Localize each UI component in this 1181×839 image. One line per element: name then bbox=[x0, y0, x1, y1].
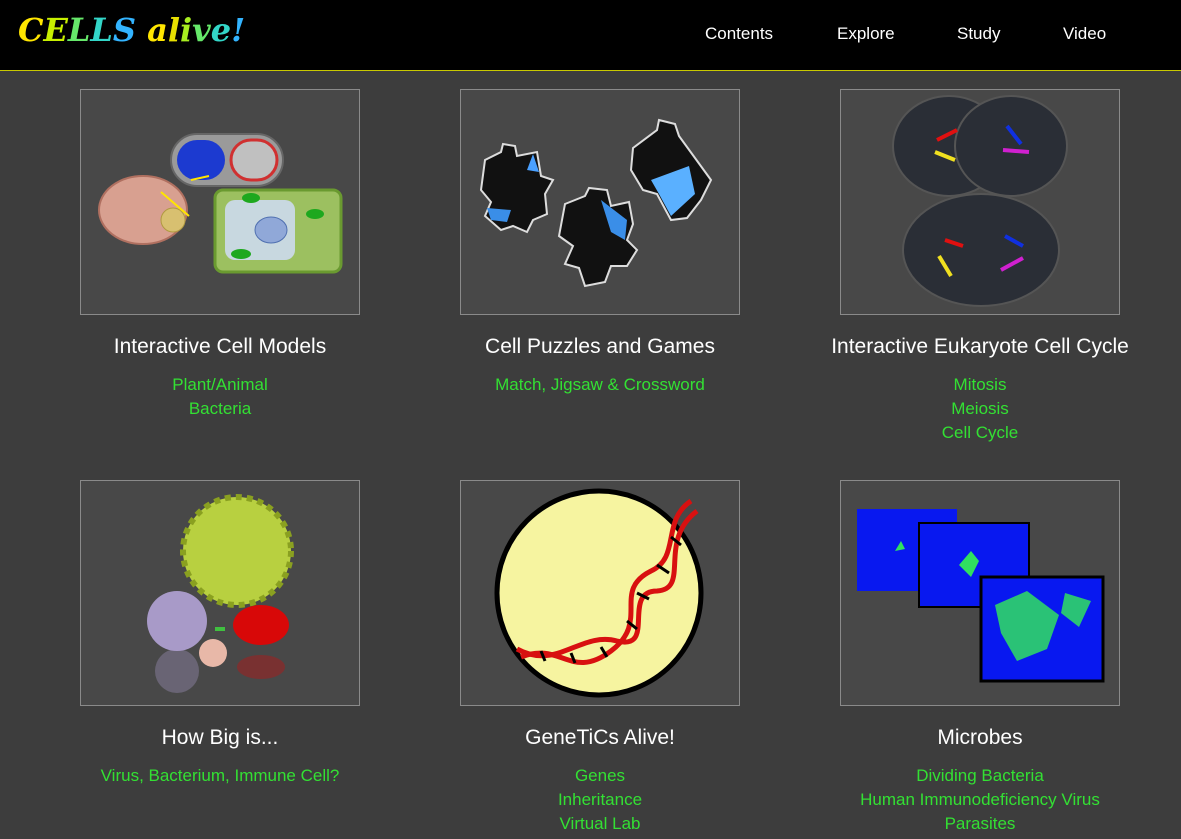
link-mitosis[interactable]: Mitosis bbox=[800, 373, 1160, 397]
link-genes[interactable]: Genes bbox=[420, 764, 780, 788]
site-header: CELLS alive! Contents Explore Study Vide… bbox=[0, 0, 1181, 71]
cell-division-image[interactable] bbox=[840, 89, 1120, 315]
card-links: Genes Inheritance Virtual Lab bbox=[420, 764, 780, 836]
link-dividing-bacteria[interactable]: Dividing Bacteria bbox=[800, 764, 1160, 788]
card-links: Dividing Bacteria Human Immunodeficiency… bbox=[800, 764, 1160, 836]
card-title: Interactive Cell Models bbox=[113, 335, 327, 358]
card-links: Match, Jigsaw & Crossword bbox=[420, 373, 780, 397]
card-title: Interactive Eukaryote Cell Cycle bbox=[831, 335, 1129, 358]
card-title: Microbes bbox=[937, 726, 1023, 749]
link-cell-cycle[interactable]: Cell Cycle bbox=[800, 421, 1160, 445]
dna-helix-image[interactable] bbox=[460, 480, 740, 706]
card-links: Plant/Animal Bacteria bbox=[40, 373, 400, 421]
card-links: Virus, Bacterium, Immune Cell? bbox=[40, 764, 400, 788]
link-parasites[interactable]: Parasites bbox=[800, 812, 1160, 836]
link-inheritance[interactable]: Inheritance bbox=[420, 788, 780, 812]
link-plant-animal[interactable]: Plant/Animal bbox=[40, 373, 400, 397]
site-logo[interactable]: CELLS alive! bbox=[18, 10, 245, 54]
link-meiosis[interactable]: Meiosis bbox=[800, 397, 1160, 421]
nav-video[interactable]: Video bbox=[1063, 24, 1106, 44]
link-bacteria[interactable]: Bacteria bbox=[40, 397, 400, 421]
card-links: Mitosis Meiosis Cell Cycle bbox=[800, 373, 1160, 445]
nav-contents[interactable]: Contents bbox=[705, 24, 773, 44]
cell-models-image[interactable] bbox=[80, 89, 360, 315]
puzzle-pieces-image[interactable] bbox=[460, 89, 740, 315]
nav-explore[interactable]: Explore bbox=[837, 24, 895, 44]
link-virtual-lab[interactable]: Virtual Lab bbox=[420, 812, 780, 836]
link-match-jigsaw-crossword[interactable]: Match, Jigsaw & Crossword bbox=[420, 373, 780, 397]
card-title: How Big is... bbox=[161, 726, 279, 749]
link-virus-bacterium-immune-cell[interactable]: Virus, Bacterium, Immune Cell? bbox=[40, 764, 400, 788]
link-hiv[interactable]: Human Immunodeficiency Virus bbox=[800, 788, 1160, 812]
nav-study[interactable]: Study bbox=[957, 24, 1000, 44]
card-title: GeneTiCs Alive! bbox=[525, 726, 675, 749]
microbes-image[interactable] bbox=[840, 480, 1120, 706]
card-title: Cell Puzzles and Games bbox=[485, 335, 715, 358]
size-comparison-image[interactable] bbox=[80, 480, 360, 706]
